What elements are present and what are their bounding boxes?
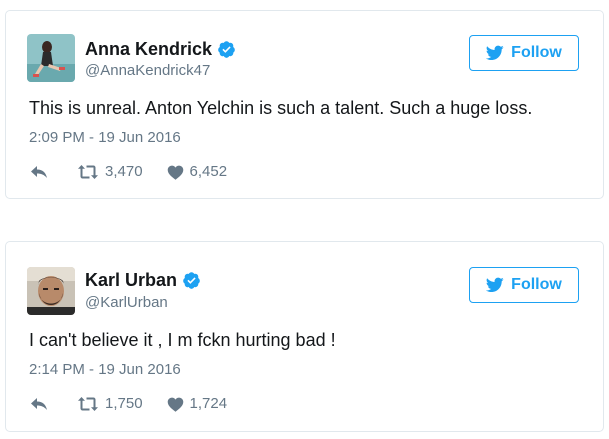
reply-button[interactable] [29, 396, 49, 412]
follow-button[interactable]: Follow [469, 267, 579, 303]
follow-label: Follow [511, 276, 562, 293]
display-name[interactable]: Anna Kendrick [85, 39, 212, 59]
follow-label: Follow [511, 44, 562, 61]
timestamp[interactable]: 2:14 PM - 19 Jun 2016 [29, 361, 181, 379]
tweet-text: I can't believe it , I m fckn hurting ba… [29, 330, 336, 350]
heart-icon [167, 397, 183, 412]
handle[interactable]: @AnnaKendrick47 [85, 62, 210, 80]
retweet-count: 1,750 [105, 395, 143, 412]
timestamp[interactable]: 2:09 PM - 19 Jun 2016 [29, 129, 181, 147]
heart-icon [167, 165, 183, 180]
reply-icon [31, 166, 47, 178]
verified-badge-icon [217, 40, 236, 59]
tweet-card: Karl Urban @KarlUrban Follow I can't bel… [5, 241, 604, 432]
reply-button[interactable] [29, 164, 49, 180]
tweet-actions: 3,470 6,452 [29, 163, 227, 181]
retweet-icon [78, 397, 98, 411]
tweet-card: Anna Kendrick @AnnaKendrick47 Follow Thi… [5, 10, 604, 199]
twitter-bird-icon [486, 45, 504, 61]
retweet-button[interactable]: 1,750 [77, 395, 143, 413]
display-name[interactable]: Karl Urban [85, 270, 177, 290]
name-row: Karl Urban [85, 270, 201, 290]
avatar[interactable] [27, 34, 75, 82]
like-count: 6,452 [189, 163, 228, 180]
retweet-button[interactable]: 3,470 [77, 163, 143, 181]
reply-icon [31, 398, 47, 410]
verified-badge-icon [182, 271, 201, 290]
twitter-bird-icon [486, 277, 504, 293]
retweet-icon [78, 165, 98, 179]
tweet-actions: 1,750 1,724 [29, 395, 227, 413]
handle[interactable]: @KarlUrban [85, 294, 168, 312]
retweet-count: 3,470 [105, 163, 143, 180]
like-button[interactable]: 1,724 [167, 395, 228, 413]
avatar[interactable] [27, 267, 75, 315]
name-row: Anna Kendrick [85, 39, 236, 59]
tweet-text: This is unreal. Anton Yelchin is such a … [29, 98, 533, 118]
like-count: 1,724 [189, 395, 228, 412]
like-button[interactable]: 6,452 [167, 163, 228, 181]
follow-button[interactable]: Follow [469, 35, 579, 71]
